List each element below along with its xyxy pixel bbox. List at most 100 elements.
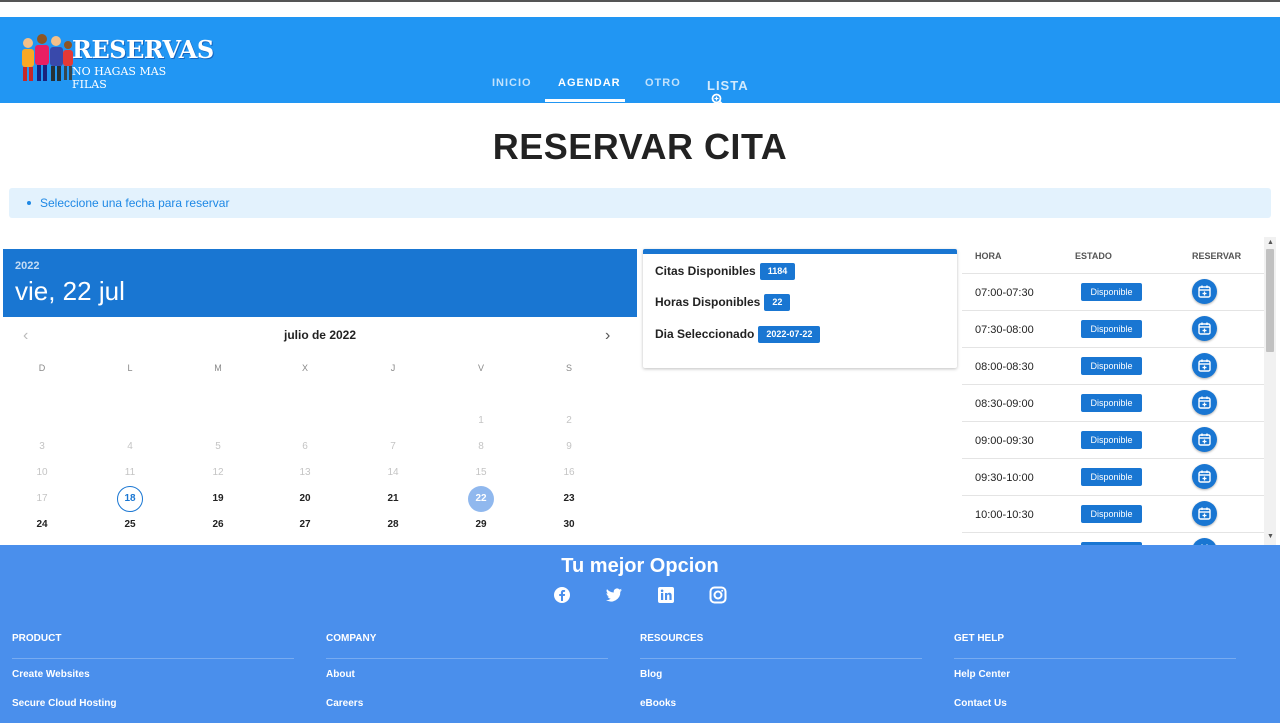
table-row: 10:00-10:30 Disponible xyxy=(962,495,1264,532)
status-badge: Disponible xyxy=(1081,283,1142,301)
reserve-button[interactable] xyxy=(1192,501,1217,526)
calendar-day: 9 xyxy=(566,441,572,452)
calendar-day: 17 xyxy=(36,493,48,504)
table-row: 09:00-09:30 Disponible xyxy=(962,421,1264,458)
slot-time: 07:00-07:30 xyxy=(975,287,1034,299)
status-badge: Disponible xyxy=(1081,394,1142,412)
reserve-button[interactable] xyxy=(1192,353,1217,378)
calendar-day: 12 xyxy=(212,467,224,478)
calendar-day[interactable]: 23 xyxy=(556,486,582,512)
reserve-button[interactable] xyxy=(1192,538,1217,545)
dia-label: Dia Seleccionado xyxy=(655,327,755,341)
picker-selected-date[interactable]: vie, 22 jul xyxy=(15,276,125,307)
month-label[interactable]: julio de 2022 xyxy=(3,328,637,342)
logo[interactable]: RESERVAS NO HAGAS MAS FILAS xyxy=(18,31,214,91)
status-badge: Disponible xyxy=(1081,468,1142,486)
slot-time: 07:30-08:00 xyxy=(975,324,1034,336)
calendar-day[interactable]: 21 xyxy=(380,486,406,512)
reserve-button[interactable] xyxy=(1192,316,1217,341)
calendar-day[interactable]: 30 xyxy=(556,512,582,538)
footer-link[interactable]: Help Center xyxy=(954,669,1236,688)
footer-column: RESOURCES Blog eBooks xyxy=(640,633,922,717)
calendar-day-today[interactable]: 18 xyxy=(117,486,143,512)
picker-year[interactable]: 2022 xyxy=(15,260,39,272)
footer-column: GET HELP Help Center Contact Us xyxy=(954,633,1236,717)
weekday-label: D xyxy=(38,363,46,373)
calendar-day: 1 xyxy=(478,415,484,426)
people-illustration-icon xyxy=(22,34,73,81)
reserve-button[interactable] xyxy=(1192,464,1217,489)
calendar-day-selected[interactable]: 22 xyxy=(468,486,494,512)
calendar-day[interactable]: 28 xyxy=(380,512,406,538)
weekday-label: L xyxy=(127,363,133,373)
facebook-icon[interactable] xyxy=(553,586,571,604)
footer-link[interactable]: About xyxy=(326,669,608,688)
table-row: 08:30-09:00 Disponible xyxy=(962,384,1264,421)
reserve-button[interactable] xyxy=(1192,427,1217,452)
table-scrollbar[interactable]: ▲ ▼ xyxy=(1264,237,1276,545)
dia-badge: 2022-07-22 xyxy=(758,326,821,343)
footer-link[interactable]: Blog xyxy=(640,669,922,688)
footer-link[interactable]: eBooks xyxy=(640,698,922,717)
calendar-day: 16 xyxy=(563,467,575,478)
linkedin-icon[interactable] xyxy=(657,586,675,604)
column-header-hora: HORA xyxy=(975,251,1002,261)
calendar-day[interactable]: 19 xyxy=(205,486,231,512)
calendar-day: 4 xyxy=(127,441,133,452)
calendar-day[interactable]: 25 xyxy=(117,512,143,538)
footer-column: COMPANY About Careers xyxy=(326,633,608,717)
calendar-day[interactable]: 31 xyxy=(29,538,55,545)
calendar-day[interactable]: 24 xyxy=(29,512,55,538)
slot-time: 10:00-10:30 xyxy=(975,509,1034,521)
calendar-day: 3 xyxy=(39,441,45,452)
footer-link[interactable]: Create Websites xyxy=(12,669,294,688)
footer-link[interactable]: Careers xyxy=(326,698,608,717)
column-header-estado: ESTADO xyxy=(1075,251,1112,261)
calendar-day: 15 xyxy=(475,467,487,478)
scrollbar-thumb[interactable] xyxy=(1266,249,1274,352)
calendar-day[interactable]: 27 xyxy=(292,512,318,538)
nav-otro[interactable]: OTRO xyxy=(645,77,681,89)
twitter-icon[interactable] xyxy=(605,586,623,604)
status-badge: Disponible xyxy=(1081,505,1142,523)
date-picker: 2022 vie, 22 jul ‹ julio de 2022 › DLMXJ… xyxy=(3,249,637,545)
scroll-down-arrow-icon[interactable]: ▼ xyxy=(1267,533,1274,540)
status-badge: Disponible xyxy=(1081,320,1142,338)
nav-agendar[interactable]: AGENDAR xyxy=(558,77,621,89)
reserve-button[interactable] xyxy=(1192,390,1217,415)
calendar-day: 10 xyxy=(36,467,48,478)
weekday-label: S xyxy=(565,363,572,373)
slot-time: 08:00-08:30 xyxy=(975,361,1034,373)
table-row: 07:00-07:30 Disponible xyxy=(962,273,1264,310)
nav-inicio[interactable]: INICIO xyxy=(492,77,532,89)
calendar-day: 2 xyxy=(566,415,572,426)
table-row xyxy=(962,532,1264,545)
instagram-icon[interactable] xyxy=(709,586,727,604)
calendar-day[interactable]: 29 xyxy=(468,512,494,538)
calendar-day: 6 xyxy=(302,441,308,452)
scroll-up-arrow-icon[interactable]: ▲ xyxy=(1267,239,1274,246)
weekday-label: J xyxy=(390,363,396,373)
chevron-right-icon[interactable]: › xyxy=(605,327,610,345)
citas-count-badge: 1184 xyxy=(759,263,796,280)
footer-link[interactable]: Secure Cloud Hosting xyxy=(12,698,294,717)
dia-seleccionado-row: Dia Seleccionado 2022-07-22 xyxy=(655,326,821,343)
logo-subtitle: NO HAGAS MAS FILAS xyxy=(72,65,167,91)
status-badge: Disponible xyxy=(1081,431,1142,449)
footer-column-title: COMPANY xyxy=(326,633,608,659)
footer: Tu mejor Opcion PRODUCT Create Websites Se… xyxy=(0,545,1280,723)
footer-title: Tu mejor Opcion xyxy=(561,555,719,577)
calendar-day: 11 xyxy=(124,467,136,478)
footer-column-title: RESOURCES xyxy=(640,633,922,659)
bullet-icon xyxy=(27,201,31,205)
calendar-day[interactable]: 26 xyxy=(205,512,231,538)
nav-lista-label: LISTA xyxy=(707,78,749,93)
reserve-button[interactable] xyxy=(1192,279,1217,304)
nav-lista[interactable]: LISTA xyxy=(707,78,749,108)
slot-time: 09:00-09:30 xyxy=(975,435,1034,447)
table-row: 08:00-08:30 Disponible xyxy=(962,347,1264,384)
calendar-day[interactable]: 20 xyxy=(292,486,318,512)
calendar-day: 7 xyxy=(390,441,396,452)
citas-disponibles-row: Citas Disponibles 1184 xyxy=(655,263,796,280)
footer-link[interactable]: Contact Us xyxy=(954,698,1236,717)
